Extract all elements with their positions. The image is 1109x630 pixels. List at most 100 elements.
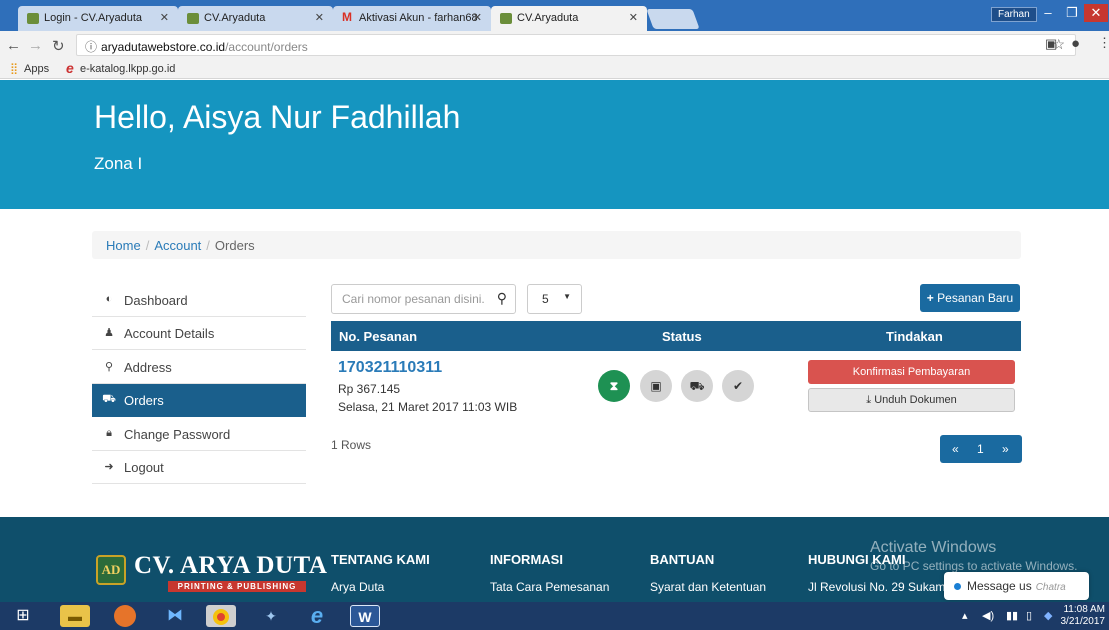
- truck-icon[interactable]: ⛟: [681, 370, 713, 402]
- footer-link-help[interactable]: Syarat dan Ketentuan: [650, 580, 766, 594]
- minimize-icon[interactable]: –: [1036, 4, 1060, 22]
- sidebar-item-change-password[interactable]: 🔒︎ Change Password: [92, 418, 306, 451]
- column-header-status: Status: [662, 329, 702, 344]
- profile-button[interactable]: Farhan: [991, 7, 1037, 22]
- close-tab-icon[interactable]: ✕: [473, 11, 482, 24]
- browser-tab-active[interactable]: CV.Aryaduta ✕: [491, 6, 647, 31]
- footer: AD CV. ARYA DUTA PRINTING & PUBLISHING T…: [0, 517, 1109, 602]
- sidebar-item-dashboard[interactable]: ◐ Dashboard: [92, 284, 306, 317]
- money-icon[interactable]: ▣: [640, 370, 672, 402]
- menu-icon[interactable]: ⋮: [1098, 35, 1109, 51]
- footer-link-info[interactable]: Tata Cara Pemesanan: [490, 580, 609, 594]
- bookmark-ekatalog[interactable]: e-katalog.lkpp.go.id: [80, 63, 175, 75]
- system-clock[interactable]: 11:08 AM 3/21/2017: [1061, 604, 1106, 628]
- order-search-input[interactable]: Cari nomor pesanan disini. ⚲: [331, 284, 516, 314]
- file-explorer-icon[interactable]: ▬: [60, 605, 90, 627]
- internet-explorer-icon[interactable]: e: [302, 605, 332, 627]
- signal-icon[interactable]: ▮▮: [1006, 609, 1018, 622]
- order-number-link[interactable]: 170321110311: [338, 359, 442, 377]
- download-label: Unduh Dokumen: [874, 394, 957, 406]
- sidebar-item-logout[interactable]: ➜ Logout: [92, 451, 306, 484]
- forward-icon[interactable]: →: [28, 37, 43, 54]
- start-windows-icon[interactable]: ⊞: [8, 605, 38, 627]
- footer-link-about[interactable]: Arya Duta: [331, 580, 384, 594]
- per-page-select[interactable]: 5 ▼: [527, 284, 582, 314]
- browser-toolbar: ← → ↻ ⓘ aryadutawebstore.co.id/account/or…: [0, 31, 1109, 59]
- back-icon[interactable]: ←: [6, 37, 21, 54]
- plus-icon: +: [926, 291, 934, 305]
- orders-table-header: No. Pesanan Status Tindakan: [331, 321, 1021, 351]
- battery-icon[interactable]: ▯: [1026, 609, 1032, 622]
- sidebar-item-label: Address: [124, 360, 172, 375]
- footer-contact-address: Jl Revolusi No. 29 Sukamaj: [808, 580, 955, 594]
- company-logo-title: CV. ARYA DUTA: [134, 552, 328, 579]
- sidebar-item-address[interactable]: ⚲ Address: [92, 351, 306, 384]
- pagination-page[interactable]: 1: [977, 442, 984, 456]
- extension-icon[interactable]: ●: [1071, 35, 1080, 52]
- apps-grid-icon: ⣿: [10, 63, 19, 75]
- sidebar-item-label: Account Details: [124, 326, 215, 341]
- chat-label: Message us: [967, 579, 1032, 593]
- breadcrumb-account[interactable]: Account: [154, 238, 201, 253]
- activate-windows-text: Go to PC settings to activate Windows.: [870, 559, 1078, 573]
- breadcrumb: Home / Account / Orders: [92, 231, 1021, 259]
- speaker-icon[interactable]: ◀): [982, 609, 994, 622]
- maximize-icon[interactable]: ❐: [1060, 4, 1084, 22]
- security-shield-icon[interactable]: ◆: [1044, 609, 1052, 622]
- media-player-icon[interactable]: ⧓: [160, 605, 190, 627]
- pagination: « 1 »: [940, 435, 1022, 463]
- column-header-actions: Tindakan: [886, 329, 943, 344]
- sidebar-item-account-details[interactable]: ♟ Account Details: [92, 317, 306, 350]
- footer-heading-about: TENTANG KAMI: [331, 552, 430, 567]
- order-date: Selasa, 21 Maret 2017 11:03 WIB: [338, 400, 518, 414]
- breadcrumb-home[interactable]: Home: [106, 238, 141, 253]
- network-app-icon[interactable]: ✦: [256, 605, 286, 627]
- chrome-icon[interactable]: [206, 605, 236, 627]
- tab-title: CV.Aryaduta: [517, 12, 579, 24]
- browser-tab-strip: Login - CV.Aryaduta ✕ CV.Aryaduta ✕ M Ak…: [0, 0, 1109, 31]
- close-tab-icon[interactable]: ✕: [160, 11, 169, 24]
- new-order-button[interactable]: + Pesanan Baru: [920, 284, 1020, 312]
- windows-taskbar: ⊞ ▬ ⧓ ✦ e W ▴ ◀) ▮▮ ▯ ◆ 11:08 AM 3/21/20…: [0, 602, 1109, 630]
- pagination-next[interactable]: »: [1002, 442, 1009, 456]
- clock-date: 3/21/2017: [1060, 616, 1106, 627]
- tray-up-icon[interactable]: ▴: [962, 609, 968, 622]
- company-logo-subtitle: PRINTING & PUBLISHING: [168, 581, 306, 592]
- address-bar[interactable]: ⓘ aryadutawebstore.co.id/account/orders ☆: [76, 34, 1076, 56]
- close-tab-icon[interactable]: ✕: [315, 11, 324, 24]
- row-count: 1 Rows: [331, 438, 372, 452]
- dashboard-icon: ◐: [105, 293, 113, 305]
- browser-tab[interactable]: CV.Aryaduta ✕: [178, 6, 333, 31]
- reload-icon[interactable]: ↻: [52, 37, 65, 55]
- check-icon[interactable]: ✔: [722, 370, 754, 402]
- word-icon[interactable]: W: [350, 605, 380, 627]
- close-tab-icon[interactable]: ✕: [629, 11, 638, 24]
- sidebar-item-label: Dashboard: [124, 293, 188, 308]
- sidebar-item-label: Logout: [124, 460, 164, 475]
- hourglass-icon[interactable]: ⧗: [598, 370, 630, 402]
- pagination-prev[interactable]: «: [952, 442, 959, 456]
- lock-icon: 🔒︎: [106, 427, 112, 439]
- clock-time: 11:08 AM: [1063, 604, 1105, 615]
- browser-tab[interactable]: M Aktivasi Akun - farhan68 ✕: [333, 6, 491, 31]
- extension-icon[interactable]: ▣: [1045, 36, 1057, 52]
- activate-windows-title: Activate Windows: [870, 539, 997, 556]
- firefox-icon[interactable]: [114, 605, 136, 627]
- ie-icon: e: [66, 60, 74, 76]
- search-placeholder: Cari nomor pesanan disini.: [342, 292, 485, 306]
- confirm-payment-button[interactable]: Konfirmasi Pembayaran: [808, 360, 1015, 384]
- zone-label: Zona I: [94, 154, 143, 173]
- breadcrumb-current: Orders: [214, 238, 255, 253]
- download-icon: ⤓: [866, 394, 872, 406]
- chat-widget-button[interactable]: Message us Chatra: [944, 572, 1089, 600]
- sidebar-item-orders[interactable]: ⛟ Orders: [92, 384, 306, 417]
- new-tab-button[interactable]: [646, 9, 700, 29]
- download-document-button[interactable]: ⤓ Unduh Dokumen: [808, 388, 1015, 412]
- sidebar-item-label: Change Password: [124, 427, 231, 442]
- aryaduta-icon: [187, 13, 199, 24]
- bookmark-apps[interactable]: Apps: [24, 63, 49, 75]
- user-icon: ♟: [104, 327, 114, 339]
- search-icon[interactable]: ⚲: [497, 290, 507, 307]
- close-window-icon[interactable]: ✕: [1084, 4, 1108, 22]
- browser-tab[interactable]: Login - CV.Aryaduta ✕: [18, 6, 178, 31]
